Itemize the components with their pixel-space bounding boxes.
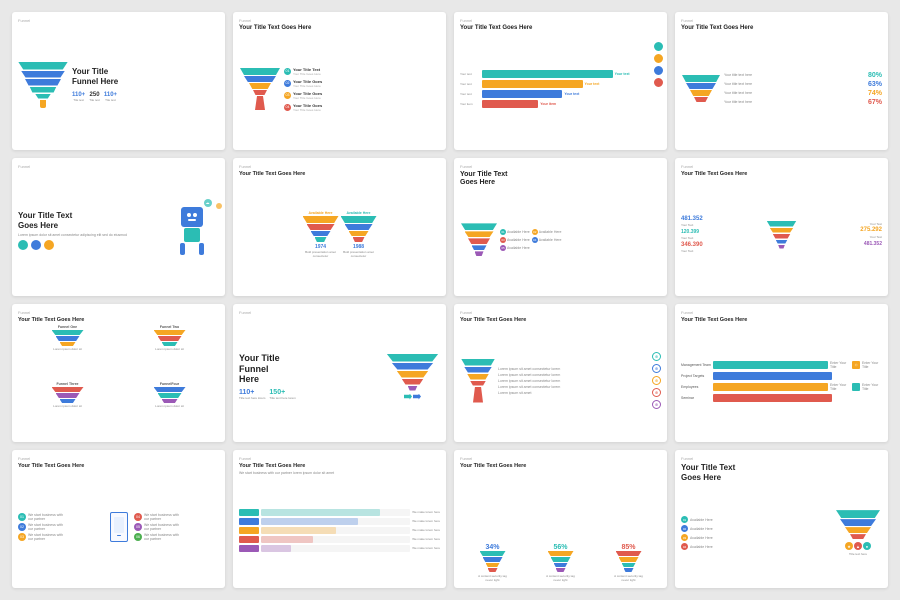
slide-7: Funnel Your Title TextGoes Here 01 Avail… <box>454 158 667 296</box>
slide-2-label: Funnel <box>239 18 440 23</box>
slide-2: Funnel Your Title Text Goes Here 01 Your… <box>233 12 446 150</box>
slide-1-label: Funnel <box>18 18 219 23</box>
slide-1: Funnel Your TitleFunnel Here 110+ Ttle t… <box>12 12 225 150</box>
slide-4: Funnel Your Title Text Goes Here Your ti… <box>675 12 888 150</box>
slide-13: Funnel Your Title Text Goes Here 01 We s… <box>12 450 225 588</box>
slide-5: Funnel Your Title TextGoes Here Lorem ip… <box>12 158 225 296</box>
slide-10: Funnel Your TitleFunnelHere 110+ Title t… <box>233 304 446 442</box>
slide-12: Funnel Your Title Text Goes Here Managem… <box>675 304 888 442</box>
slide-14: Funnel Your Title Text Goes Here We star… <box>233 450 446 588</box>
slide-3: Funnel Your Title Text Goes Here Your te… <box>454 12 667 150</box>
slide-9: Funnel Your Title Text Goes Here Funnel … <box>12 304 225 442</box>
slide-11: Funnel Your Title Text Goes Here Lorem i… <box>454 304 667 442</box>
slides-grid: Funnel Your TitleFunnel Here 110+ Ttle t… <box>12 12 888 588</box>
slide-8: Funnel Your Title Text Goes Here 481.352… <box>675 158 888 296</box>
slide-15: Funnel Your Title Text Goes Here 34% A c… <box>454 450 667 588</box>
slide-6: Funnel Your Title Text Goes Here Availab… <box>233 158 446 296</box>
slide-16: Funnel Your Title TextGoes Here 01 Avail… <box>675 450 888 588</box>
